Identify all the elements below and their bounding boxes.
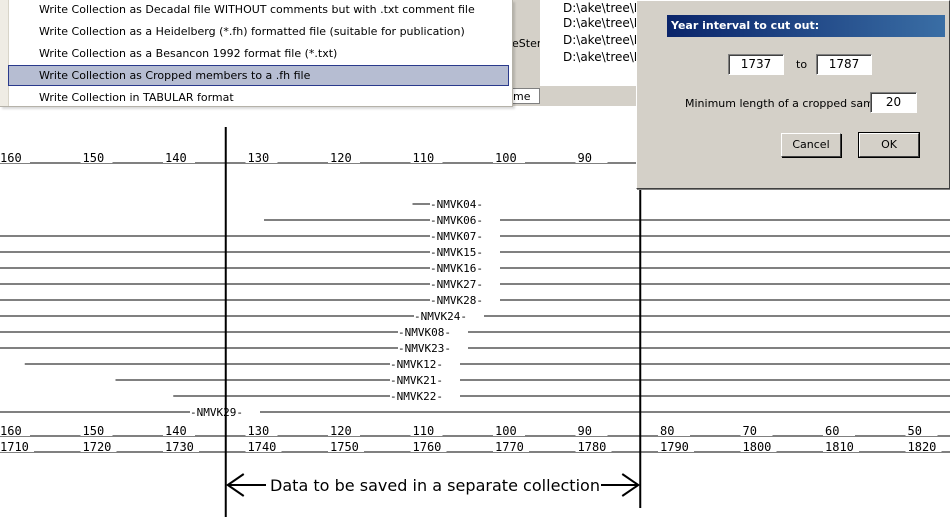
file-path[interactable]: D:\ake\tree\D: [563, 1, 643, 15]
year-tick-label: 1710: [0, 440, 29, 454]
application-window: 160 150 140 130 120 110 100 90 -NMVK04- -NMVK06-…: [0, 0, 950, 517]
bottom-age-axis: 160 150 140 130 120 110 100 90 80 70 60 50: [0, 422, 950, 438]
min-length-label: Minimum length of a cropped sample:: [685, 97, 895, 110]
top-age-axis: 160 150 140 130 120 110 100 90: [0, 149, 638, 165]
menu-item-tabular[interactable]: Write Collection in TABULAR format: [8, 87, 509, 108]
sample-label: -NMVK16-: [430, 262, 483, 275]
write-collection-menu: Write Collection as Decadal file WITHOUT…: [0, 0, 513, 107]
year-tick-label: 1730: [165, 440, 194, 454]
sample-label: -NMVK29-: [190, 406, 243, 419]
year-tick-label: 1760: [413, 440, 442, 454]
top-age-tick-label: 110: [413, 151, 435, 165]
year-tick-label: 1820: [908, 440, 937, 454]
menu-item-cropped-fh[interactable]: Write Collection as Cropped members to a…: [8, 65, 509, 86]
sample-label: -NMVK23-: [398, 342, 451, 355]
year-interval-dialog: Year interval to cut out: 1737 to 1787 M…: [636, 0, 950, 189]
sample-label: -NMVK21-: [390, 374, 443, 387]
sample-label: -NMVK08-: [398, 326, 451, 339]
file-path[interactable]: D:\ake\tree\D: [563, 16, 643, 30]
bottom-age-tick-label: 90: [578, 424, 592, 438]
bottom-age-tick-label: 140: [165, 424, 187, 438]
sample-label: -NMVK28-: [430, 294, 483, 307]
file-path[interactable]: D:\ake\tree\D: [563, 33, 643, 47]
sample-label: -NMVK12-: [390, 358, 443, 371]
file-path[interactable]: D:\ake\tree\D: [563, 50, 643, 64]
sample-label: -NMVK06-: [430, 214, 483, 227]
year-tick-label: 1770: [495, 440, 524, 454]
top-age-tick-label: 160: [0, 151, 22, 165]
menu-item-decadal-txt[interactable]: Write Collection as Decadal file WITHOUT…: [8, 0, 509, 20]
min-length-input[interactable]: 20: [870, 92, 917, 113]
sample-label: -NMVK22-: [390, 390, 443, 403]
annotation-text: Data to be saved in a separate collectio…: [270, 476, 600, 495]
menu-item-besancon[interactable]: Write Collection as a Besancon 1992 form…: [8, 43, 509, 64]
year-tick-label: 1750: [330, 440, 359, 454]
sample-label: -NMVK15-: [430, 246, 483, 259]
year-axis: 1710 1720 1730 1740 1750 1760 1770 1780 1790 1800…: [0, 438, 950, 454]
to-label: to: [796, 58, 808, 71]
to-year-input[interactable]: 1787: [816, 54, 872, 75]
top-age-tick-label: 150: [83, 151, 105, 165]
year-tick-label: 1780: [578, 440, 607, 454]
bottom-age-tick-label: 110: [413, 424, 435, 438]
sample-label: -NMVK24-: [414, 310, 467, 323]
bottom-age-tick-label: 70: [743, 424, 757, 438]
bottom-age-tick-label: 160: [0, 424, 22, 438]
year-tick-label: 1720: [83, 440, 112, 454]
dialog-title: Year interval to cut out:: [667, 15, 945, 37]
sample-label: -NMVK07-: [430, 230, 483, 243]
year-tick-label: 1740: [248, 440, 277, 454]
year-tick-label: 1800: [743, 440, 772, 454]
top-age-tick-label: 140: [165, 151, 187, 165]
bottom-age-tick-label: 130: [248, 424, 270, 438]
sample-label: -NMVK04-: [430, 198, 483, 211]
sample-label: -NMVK27-: [430, 278, 483, 291]
cancel-button[interactable]: Cancel: [781, 133, 841, 157]
bottom-age-tick-label: 60: [825, 424, 839, 438]
menu-item-heidelberg[interactable]: Write Collection as a Heidelberg (*.fh) …: [8, 21, 509, 42]
from-year-input[interactable]: 1737: [728, 54, 784, 75]
annotation: Data to be saved in a separate collectio…: [225, 473, 641, 497]
ok-button[interactable]: OK: [858, 132, 920, 158]
bottom-age-tick-label: 150: [83, 424, 105, 438]
bottom-age-tick-label: 80: [660, 424, 674, 438]
top-age-tick-label: 130: [248, 151, 270, 165]
bottom-age-tick-label: 50: [908, 424, 922, 438]
year-tick-label: 1790: [660, 440, 689, 454]
top-age-tick-label: 90: [578, 151, 592, 165]
top-age-tick-label: 100: [495, 151, 517, 165]
top-age-tick-label: 120: [330, 151, 352, 165]
year-tick-label: 1810: [825, 440, 854, 454]
sample-bars: -NMVK04- -NMVK06- -NMVK07- -NMVK15- -NMVK16-…: [0, 196, 950, 419]
bottom-age-tick-label: 120: [330, 424, 352, 438]
name-column-header[interactable]: me: [512, 88, 540, 104]
stem-column-header[interactable]: eStem: [512, 37, 540, 53]
bottom-age-tick-label: 100: [495, 424, 517, 438]
